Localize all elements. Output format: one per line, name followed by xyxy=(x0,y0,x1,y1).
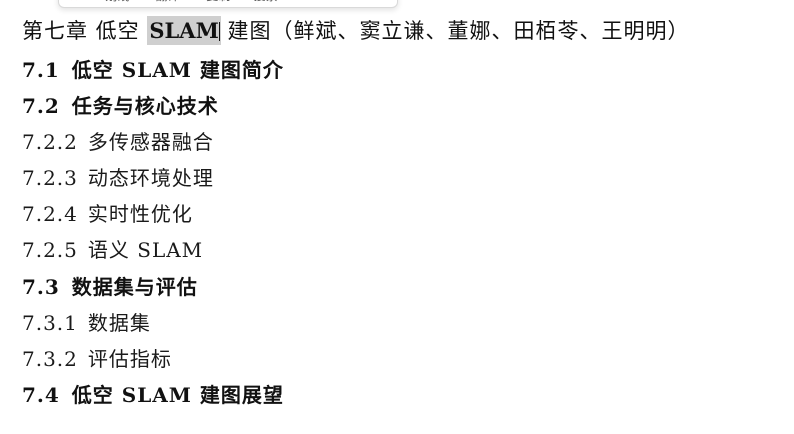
toolbar-item-label: 搜索 xyxy=(254,0,278,4)
toolbar-item-label: 翻译 xyxy=(156,0,180,4)
outline-line: 7.2.5 语义 SLAM xyxy=(22,240,203,260)
selection-toolbar: ✕ ✎ 划线 ⇄ 翻译 ❐ 复制 ⌕ 搜索 xyxy=(58,0,398,8)
subsection-heading: 评估指标 xyxy=(87,347,172,371)
toolbar-item-translate[interactable]: ⇄ 翻译 xyxy=(143,0,179,4)
pin-icon: ✎ xyxy=(93,0,102,2)
subsection-number: 7.3.1 xyxy=(22,311,78,335)
outline-line: 7.3 数据集与评估 xyxy=(22,277,198,297)
section-number: 7.4 xyxy=(22,383,60,407)
translate-icon: ⇄ xyxy=(143,0,152,2)
subsection-heading: 实时性优化 xyxy=(87,202,193,226)
outline-line: 7.2.4 实时性优化 xyxy=(22,204,193,224)
subsection-heading: 多传感器融合 xyxy=(87,130,214,154)
search-icon: ⌕ xyxy=(244,0,250,3)
section-heading: 任务与核心技术 xyxy=(71,94,219,118)
section-number: 7.3 xyxy=(22,275,60,299)
chapter-title-suffix: 建图（鲜斌、窦立谦、董娜、田栢苓、王明明） xyxy=(219,19,690,43)
chapter-title-prefix: 第七章 低空 xyxy=(22,19,148,43)
outline-line: 7.3.1 数据集 xyxy=(22,313,151,333)
subsection-heading: 数据集 xyxy=(87,311,151,335)
section-heading: 低空 SLAM 建图展望 xyxy=(71,383,284,407)
selected-text-value: SLAM xyxy=(149,18,219,43)
section-heading: 低空 SLAM 建图简介 xyxy=(71,58,284,82)
subsection-heading: 语义 SLAM xyxy=(87,238,204,262)
outline-line: 7.1 低空 SLAM 建图简介 xyxy=(22,60,284,80)
toolbar-item-label: 划线 xyxy=(105,0,129,4)
subsection-number: 7.2.3 xyxy=(22,166,78,190)
subsection-heading: 动态环境处理 xyxy=(87,166,214,190)
section-number: 7.2 xyxy=(22,94,60,118)
chapter-title[interactable]: 第七章 低空 SLAM 建图（鲜斌、窦立谦、董娜、田栢苓、王明明） xyxy=(22,16,690,45)
subsection-number: 7.3.2 xyxy=(22,347,78,371)
outline-line: 7.3.2 评估指标 xyxy=(22,349,172,369)
toolbar-item-underline[interactable]: ✎ 划线 xyxy=(93,0,129,4)
selected-text[interactable]: SLAM xyxy=(147,16,221,45)
outline-line: 7.2.3 动态环境处理 xyxy=(22,168,214,188)
subsection-number: 7.2.4 xyxy=(22,202,78,226)
subsection-number: 7.2.5 xyxy=(22,238,78,262)
copy-icon: ❐ xyxy=(194,0,204,2)
outline-line: 7.4 低空 SLAM 建图展望 xyxy=(22,385,284,405)
outline-line: 7.2.2 多传感器融合 xyxy=(22,132,214,152)
outline-line: 7.2 任务与核心技术 xyxy=(22,96,219,116)
toolbar-item-copy[interactable]: ❐ 复制 xyxy=(194,0,231,4)
toolbar-item-label: 复制 xyxy=(206,0,230,4)
section-heading: 数据集与评估 xyxy=(71,275,198,299)
section-number: 7.1 xyxy=(22,58,60,82)
toolbar-item-search[interactable]: ⌕ 搜索 xyxy=(244,0,277,4)
subsection-number: 7.2.2 xyxy=(22,130,78,154)
app-logo-icon: ✕ xyxy=(69,0,79,4)
